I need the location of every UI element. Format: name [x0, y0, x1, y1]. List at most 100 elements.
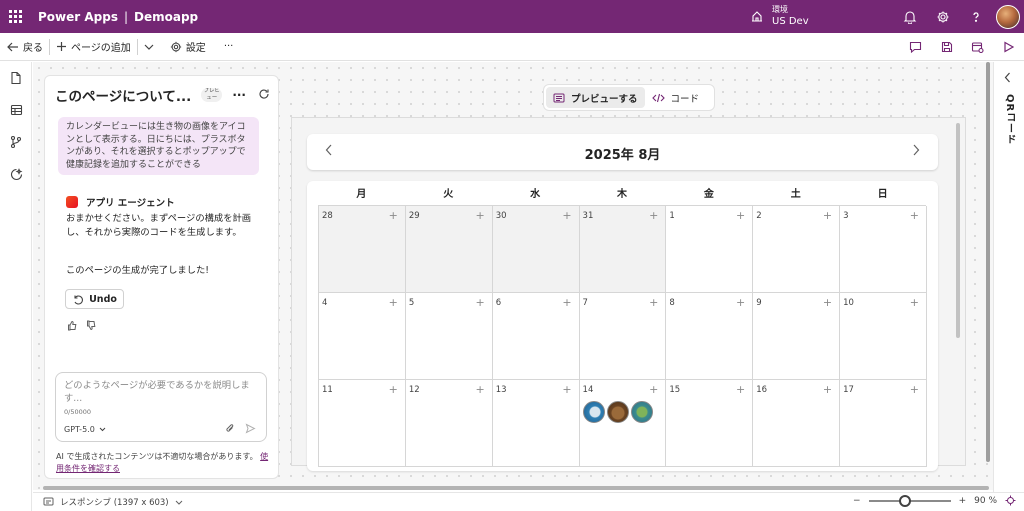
add-health-record-button[interactable]: + [562, 383, 571, 396]
add-health-record-button[interactable]: + [910, 296, 919, 309]
add-health-record-button[interactable]: + [389, 383, 398, 396]
preview-scrollbar[interactable] [956, 123, 960, 338]
product-name[interactable]: Power Apps [38, 10, 118, 24]
app-launcher-button[interactable] [0, 0, 30, 33]
calendar-day-cell[interactable]: 9 + [753, 293, 841, 380]
calendar-day-cell[interactable]: 2 + [753, 206, 841, 293]
calendar-day-cell[interactable]: 17 + [840, 380, 927, 467]
calendar-day-cell[interactable]: 14 + [579, 380, 667, 467]
fish-creature-icon[interactable] [582, 401, 605, 423]
turtle-creature-icon[interactable] [630, 401, 653, 423]
calendar-day-cell[interactable]: 31 + [579, 206, 667, 293]
bear-creature-icon[interactable] [606, 401, 629, 423]
add-health-record-button[interactable]: + [649, 383, 658, 396]
add-health-record-button[interactable]: + [823, 209, 832, 222]
comments-button[interactable] [900, 33, 931, 61]
preview-tab[interactable]: プレビューする [546, 87, 645, 108]
panel-more-button[interactable]: ··· [232, 88, 246, 102]
settings-button[interactable] [926, 0, 959, 33]
comment-icon [909, 41, 922, 53]
back-button[interactable]: 戻る [0, 33, 49, 61]
rail-copilot-button[interactable] [0, 158, 32, 190]
add-health-record-button[interactable]: + [736, 383, 745, 396]
add-page-button[interactable]: ページの追加 [50, 33, 137, 61]
add-health-record-button[interactable]: + [736, 209, 745, 222]
undo-button[interactable]: Undo [65, 289, 124, 309]
responsive-selector[interactable]: レスポンシブ (1397 x 603) [43, 496, 189, 508]
add-health-record-button[interactable]: + [475, 209, 484, 222]
model-selector[interactable]: GPT-5.0 [64, 425, 106, 434]
add-health-record-button[interactable]: + [823, 383, 832, 396]
thumbs-down-button[interactable] [86, 320, 97, 331]
save-button[interactable] [931, 33, 962, 61]
calendar-day-cell[interactable]: 13 + [492, 380, 580, 467]
calendar-day-cell[interactable]: 28 + [319, 206, 406, 293]
play-button[interactable] [993, 33, 1024, 61]
refresh-button[interactable] [258, 88, 270, 103]
environment-picker[interactable]: 環境 US Dev [750, 4, 809, 28]
add-health-record-button[interactable]: + [475, 296, 484, 309]
add-health-record-button[interactable]: + [823, 296, 832, 309]
more-commands-button[interactable]: ··· [218, 33, 240, 61]
zoom-slider-thumb[interactable] [899, 494, 912, 507]
rail-data-button[interactable] [0, 94, 32, 126]
add-health-record-button[interactable]: + [389, 296, 398, 309]
calendar-day-cell[interactable]: 15 + [666, 380, 754, 467]
calendar-day-cell[interactable]: 7 + [579, 293, 667, 380]
save-icon [941, 41, 952, 53]
fit-to-screen-button[interactable] [1005, 495, 1016, 506]
settings-command[interactable]: 設定 [164, 33, 212, 61]
add-health-record-button[interactable]: + [389, 209, 398, 222]
add-health-record-button[interactable]: + [649, 209, 658, 222]
calendar-day-cell[interactable]: 12 + [405, 380, 493, 467]
add-health-record-button[interactable]: + [910, 209, 919, 222]
calendar-day-cell[interactable]: 4 + [319, 293, 406, 380]
add-health-record-button[interactable]: + [736, 296, 745, 309]
calendar-day-cell[interactable]: 10 + [840, 293, 927, 380]
help-button[interactable] [959, 0, 992, 33]
zoom-out-button[interactable]: − [853, 496, 861, 506]
day-number: 29 [408, 211, 420, 221]
calendar-day-cell[interactable]: 29 + [405, 206, 493, 293]
next-month-button[interactable] [912, 144, 920, 159]
calendar-day-cell[interactable]: 6 + [492, 293, 580, 380]
page-scrollbar[interactable] [986, 62, 990, 462]
calendar-day-cell[interactable]: 30 + [492, 206, 580, 293]
canvas-horizontal-scrollbar[interactable] [43, 486, 989, 490]
attach-button[interactable] [225, 423, 235, 434]
calendar: 月火水木金土日 28 +29 +30 +31 +1 +2 +3 +4 +5 +6 +7 +8 +9 +10… [307, 181, 938, 471]
add-health-record-button[interactable]: + [562, 209, 571, 222]
title-separator: | [123, 9, 129, 24]
refresh-icon [259, 89, 269, 99]
add-health-record-button[interactable]: + [562, 296, 571, 309]
rail-pages-button[interactable] [0, 62, 32, 94]
thumbs-up-button[interactable] [67, 320, 78, 331]
prompt-input[interactable]: どのようなページが必要であるかを説明します... 0/50000 GPT-5.0 [55, 372, 267, 442]
panel-title: このページについて... [55, 89, 192, 105]
calendar-day-cell[interactable]: 11 + [319, 380, 406, 467]
user-avatar[interactable] [996, 4, 1020, 29]
creature-icons [582, 401, 655, 423]
disclaimer-text: AI で生成されたコンテンツは不適切な場合があります。 [56, 452, 258, 461]
user-message: カレンダービューには生き物の画像をアイコンとして表示する。日にちには、プラスボタ… [58, 117, 259, 175]
add-health-record-button[interactable]: + [475, 383, 484, 396]
send-button[interactable] [245, 423, 256, 434]
calendar-day-cell[interactable]: 8 + [666, 293, 754, 380]
add-page-dropdown[interactable] [138, 33, 164, 61]
notifications-button[interactable] [893, 0, 926, 33]
zoom-in-button[interactable]: + [959, 496, 967, 506]
rail-flows-button[interactable] [0, 126, 32, 158]
publish-button[interactable] [962, 33, 993, 61]
add-health-record-button[interactable]: + [649, 296, 658, 309]
qr-panel-title: QRコード [1004, 94, 1015, 146]
calendar-day-cell[interactable]: 1 + [666, 206, 754, 293]
calendar-day-cell[interactable]: 16 + [753, 380, 841, 467]
add-health-record-button[interactable]: + [910, 383, 919, 396]
zoom-slider[interactable] [868, 494, 951, 507]
prompt-placeholder[interactable]: どのようなページが必要であるかを説明します... [64, 379, 254, 405]
app-header: Power Apps | Demoapp 環境 US Dev [0, 0, 1024, 33]
calendar-day-cell[interactable]: 3 + [840, 206, 927, 293]
expand-panel-button[interactable] [1004, 72, 1011, 86]
calendar-day-cell[interactable]: 5 + [405, 293, 493, 380]
code-tab[interactable]: コード [645, 87, 707, 108]
